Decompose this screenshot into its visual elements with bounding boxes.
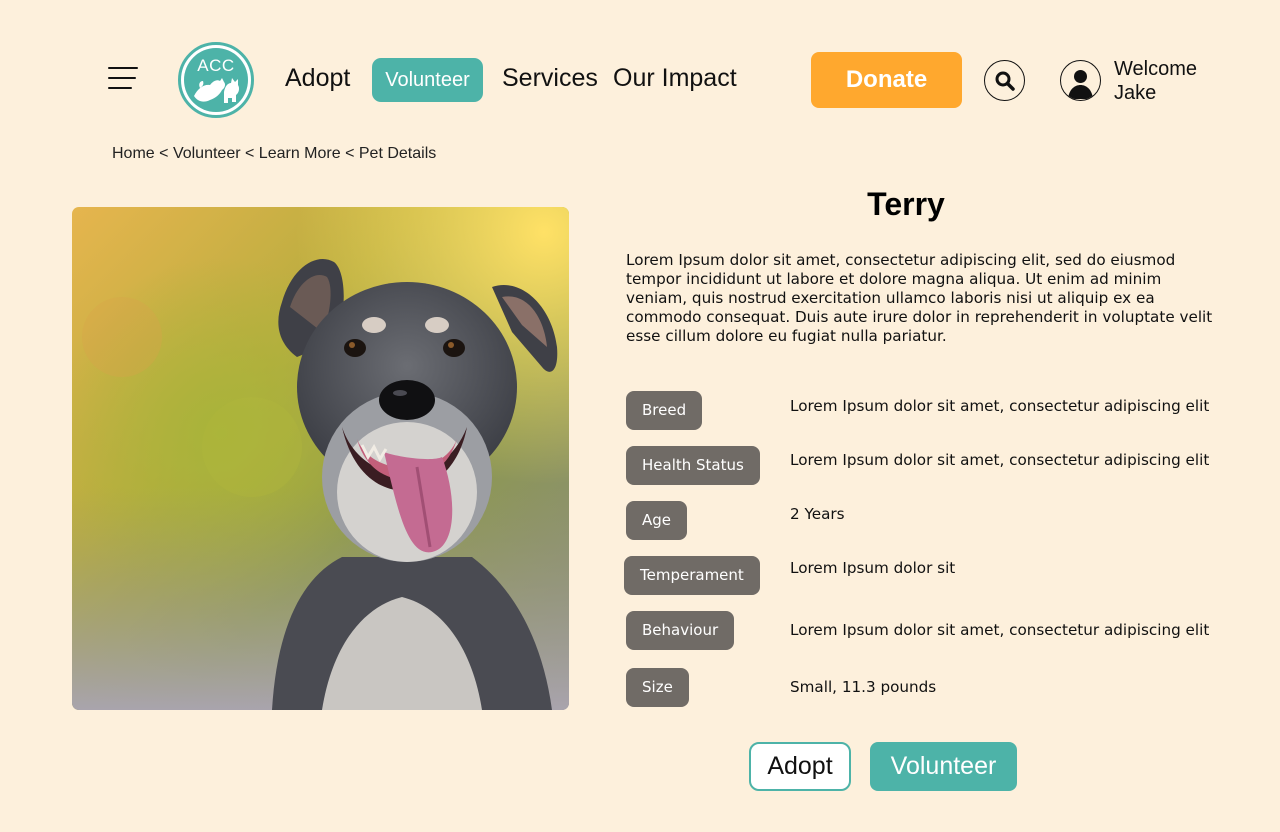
detail-label-temperament: Temperament	[624, 556, 760, 595]
pet-name: Terry	[867, 186, 945, 222]
detail-value-behaviour: Lorem Ipsum dolor sit amet, consectetur …	[790, 621, 1210, 639]
detail-label-age: Age	[626, 501, 688, 540]
detail-label-size: Size	[626, 668, 689, 707]
welcome-user: Welcome Jake	[1114, 57, 1197, 105]
acc-logo[interactable]: ACC	[178, 42, 254, 118]
breadcrumb-pet-details: Pet Details	[358, 145, 437, 162]
breadcrumb-separator: <	[345, 145, 359, 162]
pet-photo	[72, 207, 569, 710]
breadcrumb-learn-more[interactable]: Learn More	[259, 145, 341, 162]
nav-volunteer[interactable]: Volunteer	[372, 58, 483, 102]
user-avatar-icon[interactable]	[1060, 60, 1101, 101]
search-button[interactable]	[984, 60, 1025, 101]
breadcrumb-volunteer[interactable]: Volunteer	[173, 145, 241, 162]
breadcrumb-separator: <	[245, 145, 259, 162]
donate-button[interactable]: Donate	[811, 52, 962, 108]
nav-adopt[interactable]: Adopt	[285, 64, 350, 93]
detail-value-age: 2 Years	[790, 505, 845, 523]
user-silhouette-icon	[1068, 70, 1093, 99]
hamburger-menu-icon[interactable]	[108, 67, 138, 91]
menu-line	[108, 67, 138, 69]
menu-line	[108, 77, 136, 79]
menu-line	[108, 87, 132, 89]
detail-label-breed: Breed	[626, 391, 703, 430]
breadcrumb-home[interactable]: Home	[112, 145, 155, 162]
detail-value-health-status: Lorem Ipsum dolor sit amet, consectetur …	[790, 451, 1210, 469]
adopt-button[interactable]: Adopt	[749, 742, 851, 791]
user-name: Jake	[1114, 82, 1157, 104]
breadcrumb: Home < Volunteer < Learn More < Pet Deta…	[112, 145, 436, 163]
logo-badge: ACC	[184, 48, 248, 112]
nav-services[interactable]: Services	[502, 64, 598, 93]
pet-description: Lorem Ipsum dolor sit amet, consectetur …	[626, 251, 1213, 345]
volunteer-button[interactable]: Volunteer	[870, 742, 1017, 791]
nav-our-impact[interactable]: Our Impact	[613, 64, 737, 93]
detail-value-temperament: Lorem Ipsum dolor sit	[790, 559, 956, 577]
breadcrumb-separator: <	[159, 145, 173, 162]
detail-label-behaviour: Behaviour	[626, 611, 735, 650]
pet-silhouette-icon	[194, 78, 240, 103]
detail-value-size: Small, 11.3 pounds	[790, 678, 937, 696]
welcome-label: Welcome	[1114, 58, 1197, 80]
search-icon	[995, 71, 1015, 91]
detail-label-health-status: Health Status	[626, 446, 760, 485]
detail-value-breed: Lorem Ipsum dolor sit amet, consectetur …	[790, 397, 1210, 415]
